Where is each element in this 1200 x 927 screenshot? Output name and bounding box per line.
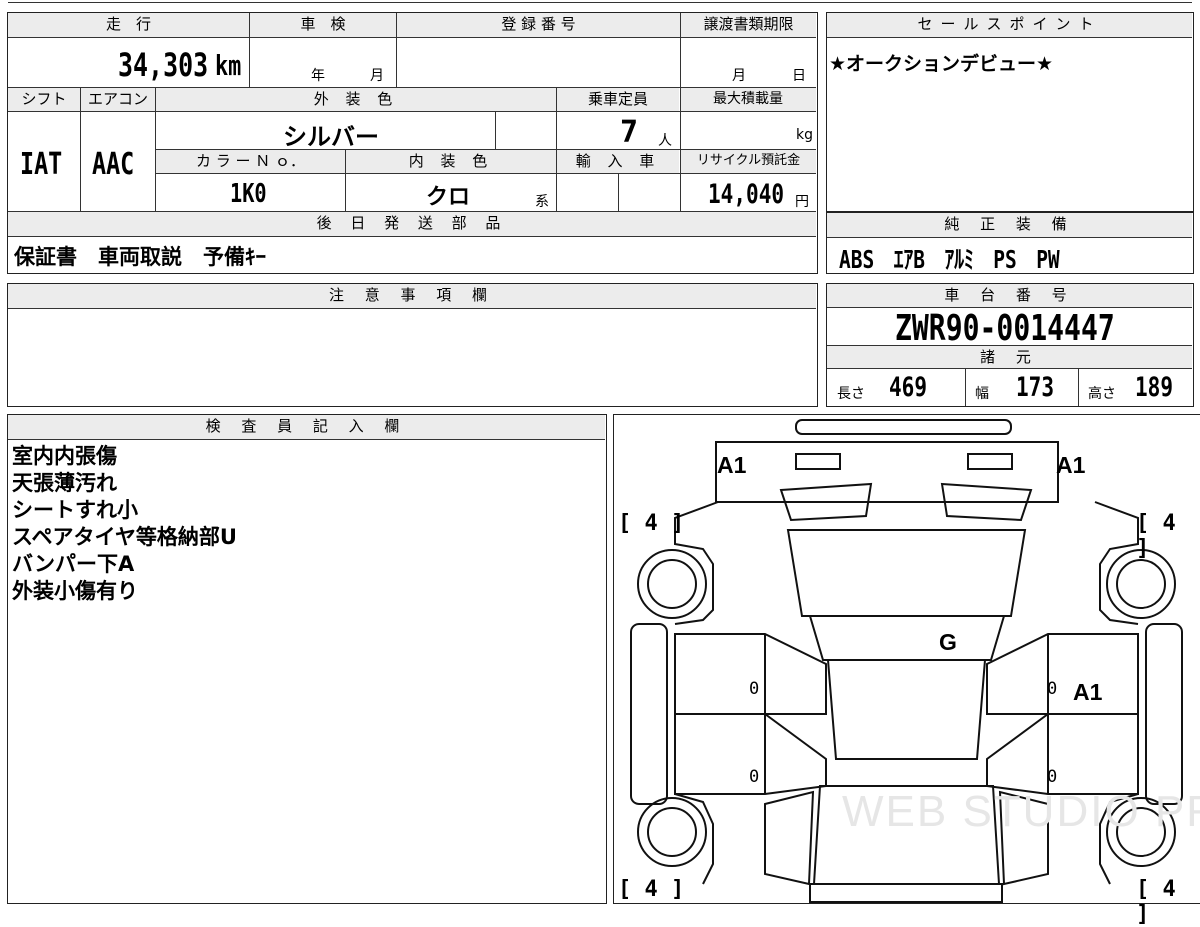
shift-value: IAT [20,147,63,182]
later-parts-label: 後 日 発 送 部 品 [8,212,816,236]
transfer-month-unit: 月 [732,68,746,84]
max-load-label: 最大積載量 [680,88,816,111]
inspector-note: シートすれ小 [12,498,138,522]
vehicle-info-form: 走 行 車 検 登 録 番 号 譲渡書類期限 34,303 km 年 月 月 日… [7,12,818,274]
panel-zero-right-front: 0 [1047,679,1058,699]
capacity-unit: 人 [658,133,672,149]
width-value: 173 [1016,372,1055,403]
sales-point-label: セールスポイント [827,13,1192,37]
ext-color-value: シルバー [283,123,379,151]
shaken-year-unit: 年 [311,68,325,84]
genuine-equipment-value: ABS ｴｱB ｱﾙﾐ PS PW [839,245,1060,274]
max-load-unit: kg [796,127,813,143]
height-label: 高さ [1088,386,1116,402]
ext-color-label: 外 装 色 [156,88,556,111]
recycle-label: リサイクル預託金 [681,150,816,173]
shift-label: シフト [8,88,80,111]
caution-label: 注 意 事 項 欄 [8,284,816,308]
tire-mark-front-right: [ 4 ] [1136,511,1176,561]
chassis-value: ZWR90-0014447 [895,308,1115,349]
chassis-label: 車 台 番 号 [827,284,1192,307]
damage-mark-right-door: A1 [1073,679,1103,705]
length-label: 長さ [837,386,865,402]
ac-value: AAC [92,147,135,182]
tire-mark-front-left: [ 4 ] [618,511,685,536]
sales-point-box: セールスポイント ★オークションデビュー★ [826,12,1194,212]
top-strip-line [8,2,1192,3]
capacity-label: 乗車定員 [557,88,679,111]
transfer-deadline-label: 譲渡書類期限 [681,13,816,37]
damage-mark-front-right: A1 [1056,452,1086,478]
color-no-label: カ ラ ー Ｎ ｏ． [156,150,345,173]
import-label: 輸 入 車 [557,150,679,173]
shaken-label: 車 検 [250,13,396,37]
caution-box: 注 意 事 項 欄 [7,283,818,407]
inspector-notes: 室内内張傷 天張薄汚れ シートすれ小 スペアタイヤ等格納部U バンパー下A 外装… [12,443,237,605]
recycle-unit: 円 [795,194,809,210]
damage-mark-front-left: A1 [717,452,747,478]
length-value: 469 [889,372,928,403]
ac-label: エアコン [81,88,155,111]
genuine-equipment-label: 純 正 装 備 [827,213,1192,237]
panel-zero-left-rear: 0 [749,767,760,787]
capacity-value: 7 [620,115,639,150]
mileage-label: 走 行 [8,13,249,37]
inspector-note: 外装小傷有り [12,579,138,603]
mileage-unit: km [215,49,242,82]
tire-mark-rear-left: [ 4 ] [618,877,685,902]
registration-label: 登 録 番 号 [397,13,680,37]
inspector-note: スペアタイヤ等格納部U [12,525,237,549]
inspector-label: 検 査 員 記 入 欄 [8,415,605,439]
chassis-box: 車 台 番 号 ZWR90-0014447 諸 元 長さ 469 幅 173 高… [826,283,1194,407]
inspector-note: バンパー下A [12,552,135,576]
genuine-equipment-box: 純 正 装 備 ABS ｴｱB ｱﾙﾐ PS PW [826,212,1194,274]
int-color-value: クロ [426,185,471,210]
watermark: WEB STUDIO PRO [842,787,1200,836]
sales-point-text: ★オークションデビュー★ [829,53,1054,75]
inspector-note: 室内内張傷 [12,444,117,468]
shaken-month-unit: 月 [370,68,384,84]
car-diagram-box: [ 4 ] [ 4 ] [ 4 ] [ 4 ] A1 A1 G A1 0 0 0… [613,414,1200,927]
damage-mark-windshield: G [939,629,957,655]
transfer-day-unit: 日 [792,68,806,84]
panel-zero-left-front: 0 [749,679,760,699]
specs-label: 諸 元 [827,346,1192,368]
tire-mark-rear-right: [ 4 ] [1136,877,1176,927]
height-value: 189 [1135,372,1174,403]
inspector-note: 天張薄汚れ [12,471,117,495]
color-no-value: 1K0 [230,179,267,209]
width-label: 幅 [975,386,989,402]
inspector-box: 検 査 員 記 入 欄 室内内張傷 天張薄汚れ シートすれ小 スペアタイヤ等格納… [7,414,607,904]
recycle-value: 14,040 [708,179,785,210]
int-color-suffix: 系 [535,194,549,210]
panel-zero-right-rear: 0 [1047,767,1058,787]
int-color-label: 内 装 色 [346,150,556,173]
later-parts-value: 保証書 車両取説 予備ｷｰ [14,245,266,269]
